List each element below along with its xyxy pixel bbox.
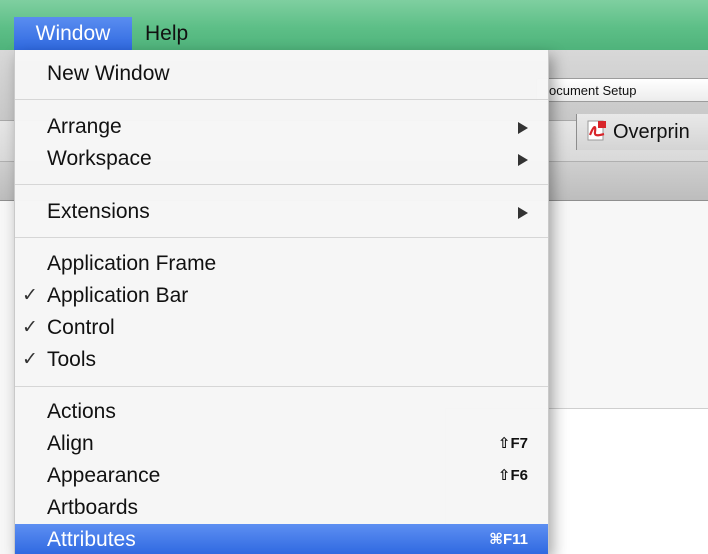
menu-item-control[interactable]: ✓ Control [15,312,548,344]
menu-item-new-window[interactable]: New Window [15,58,548,90]
document-setup-button[interactable]: ocument Setup [536,78,708,102]
menu-item-label: Arrange [47,115,122,138]
menu-item-label: Artboards [47,496,139,519]
menu-item-label: Align [47,432,94,455]
menu-item-tools[interactable]: ✓ Tools [15,344,548,376]
menu-separator [15,184,548,185]
window-menu: New Window Arrange Workspace Extensions … [14,50,549,554]
menu-bar: Window Help [0,0,708,50]
menu-item-label: Workspace [47,147,152,170]
menu-item-label: Attributes [47,528,136,551]
menu-help[interactable]: Help [145,17,188,50]
checkmark-icon: ✓ [22,317,38,338]
pdf-icon [587,118,607,141]
submenu-arrow-icon [518,207,528,219]
menu-item-artboards[interactable]: Artboards [15,492,548,524]
menu-item-application-frame[interactable]: Application Frame [15,248,548,280]
shortcut-label: ⇧F7 [497,435,528,452]
screen: ocument Setup Overprin Window Help New W… [0,0,708,554]
menu-item-workspace[interactable]: Workspace [15,143,548,175]
checkmark-icon: ✓ [22,349,38,370]
menu-item-label: Appearance [47,464,161,487]
overprint-tab-label: Overprin [613,121,690,143]
menu-item-label: Application Bar [47,284,189,307]
menu-item-align[interactable]: Align ⇧F7 [15,428,548,460]
menu-separator [15,386,548,387]
menu-separator [15,237,548,238]
menu-item-actions[interactable]: Actions [15,396,548,428]
menu-item-extensions[interactable]: Extensions [15,196,548,228]
menu-window[interactable]: Window [14,17,132,50]
menu-separator [15,99,548,100]
shortcut-label: ⌘F11 [489,531,528,548]
document-tab-overprint[interactable]: Overprin [576,114,708,150]
menu-item-arrange[interactable]: Arrange [15,111,548,143]
menu-item-label: Extensions [47,200,150,223]
submenu-arrow-icon [518,122,528,134]
document-setup-label: ocument Setup [549,83,637,98]
menu-item-label: New Window [47,62,170,85]
checkmark-icon: ✓ [22,285,38,306]
menu-item-label: Actions [47,400,116,423]
menu-item-label: Application Frame [47,252,217,275]
shortcut-label: ⇧F6 [497,467,528,484]
menu-item-application-bar[interactable]: ✓ Application Bar [15,280,548,312]
menu-item-label: Tools [47,348,97,371]
menu-item-attributes[interactable]: Attributes ⌘F11 [15,524,548,554]
menu-item-appearance[interactable]: Appearance ⇧F6 [15,460,548,492]
menu-item-label: Control [47,316,115,339]
submenu-arrow-icon [518,154,528,166]
